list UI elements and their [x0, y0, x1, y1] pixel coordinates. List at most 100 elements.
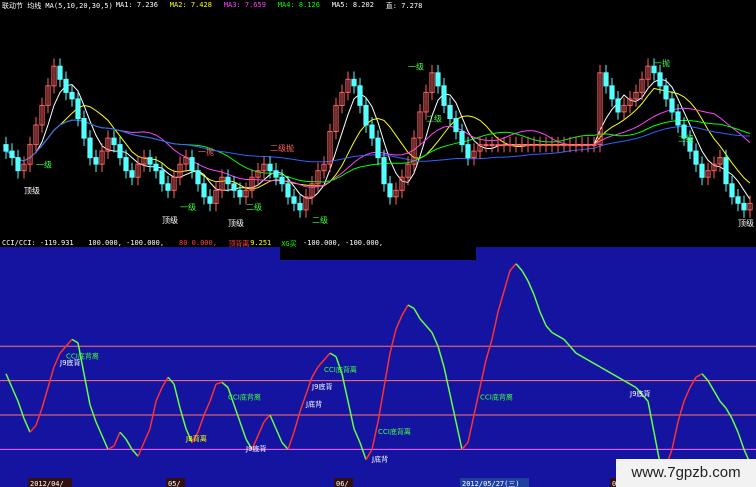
candle-body: [435, 72, 441, 87]
cci-signal-label: J底背: [371, 454, 388, 463]
main-header-item-4: MA4: 8.126: [277, 1, 320, 9]
candle-body: [357, 85, 363, 106]
candle-body: [663, 85, 669, 100]
candle-annotation: 二级抛: [270, 143, 294, 153]
candle-body: [117, 144, 123, 159]
candle-body: [693, 150, 699, 165]
candle-body: [351, 78, 357, 87]
candle-annotation: 顶级: [228, 218, 244, 228]
candle-body: [225, 176, 231, 185]
candle-annotation: 二级: [678, 133, 694, 143]
candle-annotation: 二级: [246, 202, 262, 212]
candle-body: [363, 104, 369, 126]
candle-body: [591, 144, 597, 147]
candle-body: [543, 144, 549, 147]
candle-body: [285, 183, 291, 198]
candle-body: [561, 144, 567, 147]
candle-body: [9, 150, 15, 159]
candle-body: [381, 157, 387, 185]
cci-signal-label: J底背: [305, 399, 322, 408]
cci-header-item-4: 9.251: [250, 239, 272, 247]
cci-header-item-0: CCI/CCI: -119.931: [2, 239, 74, 247]
candle-body: [267, 163, 273, 172]
main-header-item-5: MA5: 8.202: [331, 1, 374, 9]
cci-header-item-6: -100.000, -100.000,: [303, 239, 384, 247]
candle-body: [669, 98, 675, 113]
candle-body: [195, 170, 201, 185]
cci-signal-label: J9底背: [629, 389, 651, 398]
candle-body: [3, 144, 9, 152]
candle-body: [207, 196, 213, 204]
candle-body: [483, 144, 489, 147]
candle-annotation: 二级: [426, 114, 442, 124]
candle-body: [231, 183, 237, 191]
cci-signal-label: CCI底背离: [480, 393, 513, 402]
candle-body: [519, 144, 525, 147]
cci-panel-bg: [0, 247, 756, 487]
candle-body: [369, 124, 375, 139]
cci-signal-label: CCI底背离: [324, 365, 357, 374]
candle-body: [699, 163, 705, 178]
candle-body: [291, 196, 297, 204]
main-header-item-0: 联动节 均线 MA(5,10,20,30,5): [2, 2, 113, 10]
candle-body: [585, 144, 591, 147]
candle-body: [237, 189, 243, 198]
candle-annotation: 一级: [180, 202, 196, 212]
candle-body: [555, 144, 561, 147]
candle-body: [657, 72, 663, 87]
candle-annotation: 顶级: [738, 218, 754, 228]
candle-body: [165, 183, 171, 191]
candle-body: [153, 163, 159, 172]
candle-body: [525, 144, 531, 147]
candle-body: [75, 98, 81, 120]
main-header-item-2: MA2: 7.428: [169, 1, 212, 9]
candle-body: [297, 202, 303, 211]
candle-annotation: 二级: [312, 215, 328, 225]
watermark: www.7gpzb.com: [616, 459, 756, 487]
candle-body: [447, 104, 453, 120]
candle-body: [201, 183, 207, 198]
candle-body: [459, 131, 465, 146]
candle-annotation: 一级: [36, 159, 52, 169]
candle-body: [603, 72, 609, 87]
candle-body: [537, 144, 543, 147]
cci-signal-label: CCI底背离: [228, 393, 261, 402]
candle-body: [387, 183, 393, 198]
candle-body: [723, 157, 729, 185]
candle-body: [513, 144, 519, 147]
main-panel-bg: [0, 0, 756, 240]
candle-body: [81, 118, 87, 139]
candle-body: [579, 144, 585, 147]
candle-body: [675, 111, 681, 126]
candle-body: [63, 78, 69, 93]
main-header-item-1: MA1: 7.236: [115, 1, 158, 9]
candle-body: [375, 137, 381, 159]
cci-signal-label: CCI底背离: [66, 351, 99, 360]
candle-body: [273, 170, 279, 178]
candle-body: [531, 144, 537, 147]
candle-annotation: 一级: [408, 62, 424, 72]
candle-body: [549, 144, 555, 147]
candle-body: [741, 202, 747, 211]
candle-annotation: 顶级: [162, 215, 178, 225]
x-tick-label: 2012/05/27(三): [462, 480, 520, 487]
cci-signal-label: JB背离: [185, 434, 207, 443]
candle-body: [279, 176, 285, 185]
candle-body: [441, 85, 447, 106]
candle-body: [495, 144, 501, 147]
candle-body: [15, 157, 21, 172]
x-tick-label: 06/: [336, 480, 349, 487]
candle-body: [87, 137, 93, 159]
candle-annotation: 一抛: [654, 58, 670, 68]
cci-header-item-5: XG买: [281, 240, 297, 248]
candle-body: [567, 144, 573, 147]
candle-body: [93, 157, 99, 165]
cci-header-item-1: 100.000, -100.000,: [88, 239, 165, 247]
watermark-text: www.7gpzb.com: [631, 464, 741, 481]
cci-signal-label: CCI底背离: [378, 427, 411, 436]
candle-body: [507, 144, 513, 147]
candle-body: [609, 85, 615, 100]
candle-body: [147, 157, 153, 165]
candle-body: [129, 170, 135, 178]
x-tick-label: 05/: [168, 480, 181, 487]
